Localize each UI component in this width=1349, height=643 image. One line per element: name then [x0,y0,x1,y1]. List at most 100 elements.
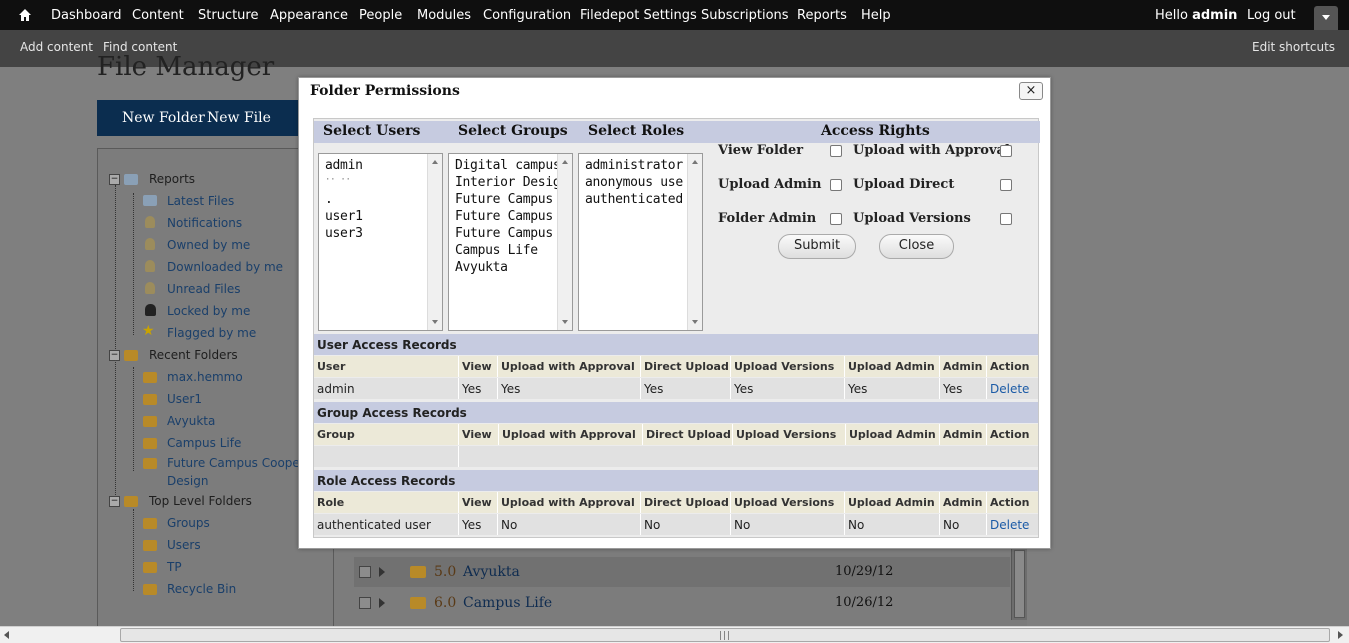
collapse-recent-icon[interactable]: − [109,350,120,361]
user-option[interactable]: ·· ·· [325,175,351,185]
user-option[interactable]: user1 [325,209,363,224]
username: admin [1192,8,1238,23]
menu-structure[interactable]: Structure [198,8,258,23]
role-records-heading: Role Access Records [314,470,1038,491]
tree-recent-folders[interactable]: Recent Folders [149,348,238,362]
role-option[interactable]: administrator [585,158,683,173]
group-option[interactable]: Avyukta [455,260,508,275]
user-option[interactable]: . [325,192,333,207]
tree-folder-user1[interactable]: User1 [167,392,202,406]
expand-arrow-icon[interactable] [379,598,385,608]
tree-flagged-by-me[interactable]: Flagged by me [167,326,256,340]
group-option[interactable]: Future Campus [455,209,553,224]
dialog-title: Folder Permissions [310,83,460,99]
groups-select[interactable]: Digital campus Interior Design Future Ca… [448,153,573,331]
group-option[interactable]: Future Campus [455,192,553,207]
column-header: Upload Admin [845,492,940,513]
menu-content[interactable]: Content [132,8,184,23]
menu-subscriptions[interactable]: Subscriptions [701,8,789,23]
close-button[interactable]: Close [879,234,954,259]
edit-shortcuts-link[interactable]: Edit shortcuts [1252,40,1335,54]
listbox-scrollbar[interactable] [687,154,702,330]
table-row: admin Yes Yes Yes Yes Yes Yes Delete [314,378,1038,399]
tree-folder-future-campus-cont[interactable]: Design [167,474,208,488]
group-option[interactable]: Future Campus [455,226,553,241]
tree-folder-tp[interactable]: TP [167,560,182,574]
group-option[interactable]: Campus Life [455,243,538,258]
menu-help[interactable]: Help [861,8,891,23]
close-icon[interactable]: × [1019,82,1043,100]
expand-arrow-icon[interactable] [379,567,385,577]
group-option[interactable]: Interior Design [455,175,568,190]
tree-unread-files[interactable]: Unread Files [167,282,241,296]
listbox-scrollbar[interactable] [557,154,572,330]
listbox-scrollbar[interactable] [427,154,442,330]
folder-icon [143,458,157,469]
folder-icon [143,584,157,595]
folder-name[interactable]: Avyukta [463,564,520,580]
folder-admin-checkbox[interactable] [830,213,842,225]
new-file-button[interactable]: New File [207,110,271,126]
user-option[interactable]: admin [325,158,363,173]
list-item[interactable]: 6.0 Campus Life 10/26/12 [354,588,1010,618]
shortcuts-toggle-button[interactable] [1314,6,1338,30]
upload-versions-checkbox[interactable] [1000,213,1012,225]
upload-admin-checkbox[interactable] [830,179,842,191]
horizontal-scrollbar[interactable]: ||| [0,626,1349,643]
list-scrollbar[interactable] [1011,548,1027,620]
table-cell: No [498,514,641,535]
folder-name[interactable]: Campus Life [463,595,552,611]
tree-owned-by-me[interactable]: Owned by me [167,238,250,252]
tree-top-level-folders[interactable]: Top Level Folders [149,494,252,508]
tree-folder-groups[interactable]: Groups [167,516,210,530]
row-checkbox[interactable] [359,597,371,609]
new-folder-button[interactable]: New Folder [122,110,205,126]
add-content-link[interactable]: Add content [20,40,93,54]
scrollbar-thumb[interactable]: ||| [120,628,1330,642]
logout-link[interactable]: Log out [1247,8,1296,23]
upload-direct-checkbox[interactable] [1000,179,1012,191]
column-header: Upload Versions [731,492,845,513]
tree-notifications[interactable]: Notifications [167,216,242,230]
scroll-left-icon[interactable] [4,631,9,639]
menu-dashboard[interactable]: Dashboard [51,8,122,23]
tree-downloaded-by-me[interactable]: Downloaded by me [167,260,283,274]
tree-reports[interactable]: Reports [149,172,195,186]
home-icon[interactable] [18,8,32,22]
roles-select[interactable]: administrator anonymous use authenticate… [578,153,703,331]
tree-latest-files[interactable]: Latest Files [167,194,234,208]
menu-reports[interactable]: Reports [797,8,847,23]
row-checkbox[interactable] [359,566,371,578]
scroll-right-icon[interactable] [1338,631,1343,639]
submit-button[interactable]: Submit [778,234,856,259]
group-option[interactable]: Digital campus [455,158,561,173]
tree-folder-max-hemmo[interactable]: max.hemmo [167,370,243,384]
tree-folder-future-campus[interactable]: Future Campus Cooper [167,456,305,470]
menu-people[interactable]: People [359,8,402,23]
table-cell: No [641,514,731,535]
collapse-top-level-icon[interactable]: − [109,496,120,507]
folder-date: 10/29/12 [835,564,894,579]
column-header: Upload Versions [733,424,846,445]
group-records-header: Group View Upload with Approval Direct U… [314,424,1038,445]
delete-link[interactable]: Delete [987,514,1038,535]
menu-configuration[interactable]: Configuration [483,8,571,23]
view-folder-checkbox[interactable] [830,145,842,157]
scrollbar-thumb[interactable] [1014,550,1025,618]
user-option[interactable]: user3 [325,226,363,241]
tree-folder-campus-life[interactable]: Campus Life [167,436,241,450]
upload-approval-checkbox[interactable] [1000,145,1012,157]
tree-folder-avyukta[interactable]: Avyukta [167,414,215,428]
menu-filedepot-settings[interactable]: Filedepot Settings [580,8,697,23]
role-option[interactable]: anonymous use [585,175,683,190]
users-select[interactable]: admin ·· ·· . user1 user3 [318,153,443,331]
role-option[interactable]: authenticated u [585,192,698,207]
delete-link[interactable]: Delete [987,378,1038,399]
tree-folder-users[interactable]: Users [167,538,201,552]
menu-modules[interactable]: Modules [417,8,471,23]
tree-locked-by-me[interactable]: Locked by me [167,304,250,318]
list-item[interactable]: 5.0 Avyukta 10/29/12 [354,557,1010,587]
tree-folder-recycle-bin[interactable]: Recycle Bin [167,582,236,596]
menu-appearance[interactable]: Appearance [270,8,348,23]
collapse-reports-icon[interactable]: − [109,174,120,185]
